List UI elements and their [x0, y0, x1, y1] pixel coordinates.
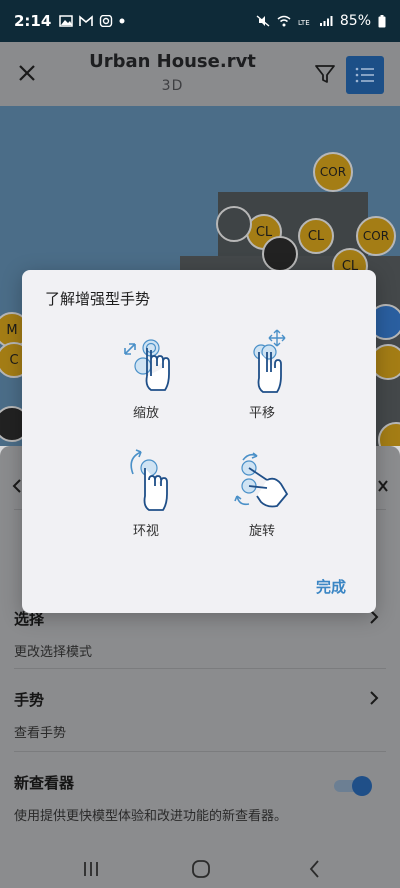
- app-header: Urban House.rvt 3D: [0, 42, 400, 106]
- filter-icon[interactable]: [312, 61, 338, 87]
- rotate-icon: [234, 452, 289, 508]
- gesture-label: 缩放: [132, 406, 159, 421]
- instagram-icon: [100, 15, 113, 27]
- gesture-zoom: 缩放: [96, 328, 196, 421]
- mute-icon: [256, 15, 270, 27]
- settings-row-title: 手势: [14, 691, 45, 709]
- annotation-tag[interactable]: [216, 206, 252, 242]
- settings-row-select[interactable]: 选择 更改选择模式: [14, 608, 386, 660]
- divider: [14, 668, 386, 669]
- svg-text:LTE: LTE: [298, 19, 310, 27]
- status-time: 2:14: [14, 12, 52, 30]
- new-viewer-toggle[interactable]: [334, 776, 372, 796]
- gesture-pan: 平移: [212, 328, 312, 421]
- recents-icon[interactable]: [80, 858, 102, 880]
- settings-row-gestures[interactable]: 手势 查看手势: [14, 689, 386, 741]
- volte-icon: LTE: [298, 19, 310, 27]
- gmail-icon: [79, 15, 94, 26]
- back-icon[interactable]: [304, 858, 326, 880]
- look-around-icon: [130, 449, 168, 511]
- list-view-button[interactable]: [346, 56, 384, 94]
- status-bar: 2:14 LTE 85%: [0, 0, 400, 42]
- gallery-icon: [59, 15, 74, 27]
- gesture-rotate: 旋转: [212, 446, 312, 539]
- view-subtitle: 3D: [161, 78, 184, 94]
- notification-dot-icon: [119, 18, 125, 24]
- annotation-tag[interactable]: COR: [356, 216, 396, 256]
- battery-percent: 85%: [339, 13, 371, 29]
- model-title: Urban House.rvt: [89, 51, 256, 72]
- settings-row-desc: 查看手势: [14, 726, 67, 741]
- close-sheet-icon[interactable]: [376, 478, 390, 494]
- gesture-look-around: 环视: [96, 446, 196, 539]
- toggle-knob: [352, 776, 372, 796]
- settings-row-desc: 更改选择模式: [14, 645, 93, 660]
- battery-icon: [378, 14, 386, 27]
- settings-row-new-viewer: 新查看器 使用提供更快模型体验和改进功能的新查看器。: [14, 772, 386, 824]
- done-button[interactable]: 完成: [316, 576, 346, 597]
- chevron-right-icon: [370, 691, 379, 705]
- settings-row-desc: 使用提供更快模型体验和改进功能的新查看器。: [14, 809, 288, 824]
- gesture-label: 环视: [132, 524, 159, 539]
- divider: [14, 751, 386, 752]
- signal-icon: [319, 16, 333, 26]
- gesture-label: 旋转: [248, 524, 275, 539]
- home-icon[interactable]: [190, 858, 212, 880]
- system-nav-bar: [0, 850, 400, 888]
- annotation-tag[interactable]: CL: [298, 218, 334, 254]
- two-finger-pan-icon: [253, 329, 286, 393]
- wifi-icon: [277, 15, 291, 27]
- dialog-title: 了解增强型手势: [45, 290, 151, 308]
- list-icon: [355, 67, 374, 83]
- annotation-tag[interactable]: [262, 236, 298, 272]
- annotation-tag[interactable]: COR: [313, 152, 353, 192]
- gestures-dialog: 了解增强型手势 缩放 平移 环视 旋转 完成: [22, 270, 376, 613]
- settings-row-title: 新查看器: [14, 774, 75, 792]
- gesture-label: 平移: [248, 406, 275, 421]
- pinch-zoom-icon: [124, 339, 170, 391]
